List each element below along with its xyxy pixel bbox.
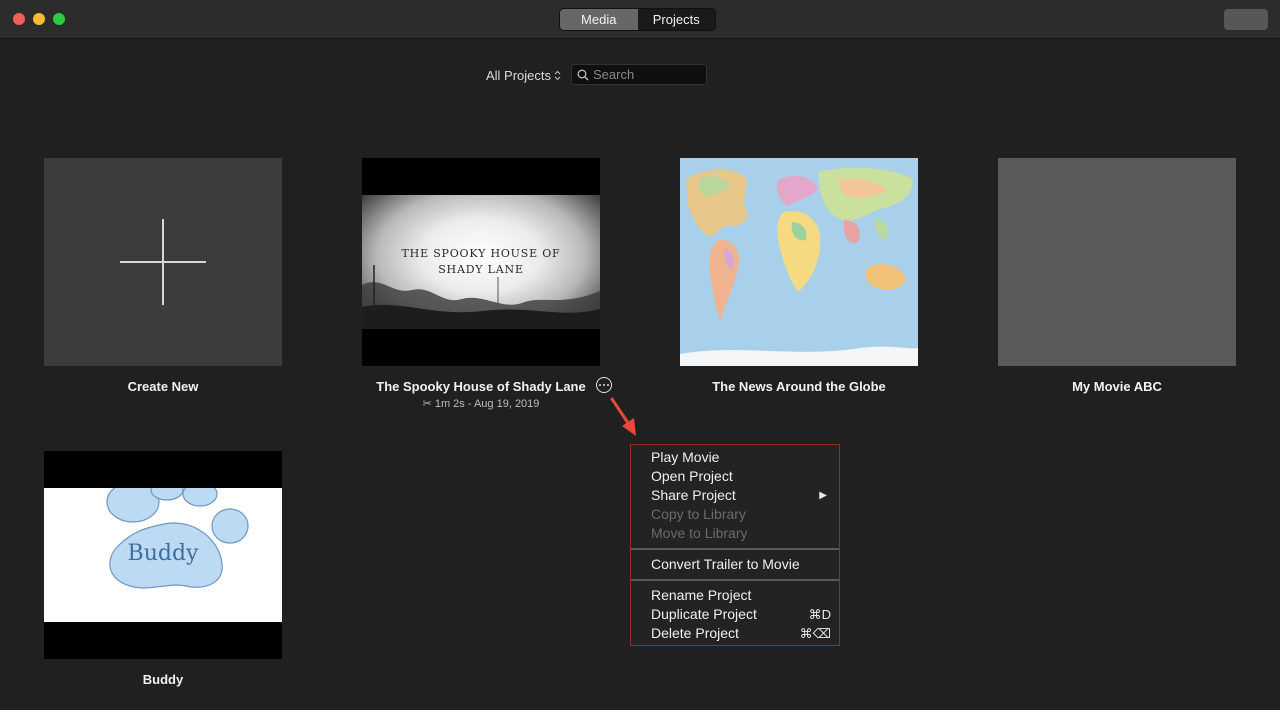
menu-item-share-project[interactable]: Share Project ▶ (631, 486, 839, 505)
submenu-arrow-icon: ▶ (819, 490, 827, 501)
world-map-image (680, 158, 918, 366)
thumbnail-caption-line-1: The Spooky House of (401, 247, 561, 260)
all-projects-label: All Projects (486, 68, 552, 83)
menu-separator (631, 579, 839, 581)
annotation-arrow-icon (610, 397, 636, 436)
search-input[interactable] (593, 67, 703, 82)
menu-separator (631, 548, 839, 550)
updown-chevron-icon (554, 70, 561, 81)
menu-item-duplicate-project[interactable]: Duplicate Project ⌘D (631, 605, 839, 624)
project-context-menu: Play Movie Open Project Share Project ▶ … (630, 444, 840, 646)
misty-trees-image (362, 265, 600, 329)
maximize-window-button[interactable] (53, 13, 65, 25)
project-tile-my-movie-abc[interactable]: My Movie ABC (998, 158, 1236, 394)
menu-item-open-project[interactable]: Open Project (631, 467, 839, 486)
all-projects-popup[interactable]: All Projects (486, 68, 561, 83)
project-duration-date: 1m 2s - Aug 19, 2019 (434, 398, 540, 410)
view-switcher: Media Projects (560, 9, 715, 30)
project-tile-news-globe[interactable]: The News Around the Globe (680, 158, 918, 394)
search-icon (577, 69, 589, 80)
create-new-thumbnail[interactable] (44, 158, 282, 366)
title-bar: Media Projects (0, 0, 1280, 39)
minimize-window-button[interactable] (33, 13, 45, 25)
project-tile-buddy[interactable]: Buddy Buddy (44, 451, 282, 687)
project-title: My Movie ABC (1072, 379, 1162, 394)
menu-item-delete-project[interactable]: Delete Project ⌘⌫ (631, 624, 839, 643)
project-thumbnail[interactable]: The Spooky House of Shady Lane (362, 158, 600, 366)
project-thumbnail[interactable]: Buddy (44, 451, 282, 659)
thumbnail-caption-line-2: Shady Lane (438, 263, 524, 276)
close-window-button[interactable] (13, 13, 25, 25)
project-title: The News Around the Globe (712, 379, 886, 394)
project-thumbnail[interactable] (998, 158, 1236, 366)
project-tile-create-new[interactable]: Create New (44, 158, 282, 394)
project-title: Create New (127, 379, 199, 394)
project-tile-spooky-house[interactable]: The Spooky House of Shady Lane The Spook… (362, 158, 600, 410)
menu-item-copy-to-library: Copy to Library (651, 506, 746, 522)
project-meta: ✂ 1m 2s - Aug 19, 2019 (332, 397, 630, 410)
thumbnail-caption: Buddy (127, 541, 199, 566)
project-title: Buddy (142, 672, 184, 687)
trailer-icon: ✂ (422, 398, 432, 410)
project-title: The Spooky House of Shady Lane (376, 379, 586, 394)
project-thumbnail[interactable] (680, 158, 918, 366)
shortcut-label: ⌘D (808, 607, 831, 622)
menu-item-convert-trailer[interactable]: Convert Trailer to Movie (631, 555, 839, 574)
toolbar-right-button[interactable] (1224, 9, 1268, 30)
shortcut-label: ⌘⌫ (799, 626, 831, 641)
more-options-button[interactable] (596, 377, 612, 393)
menu-item-rename-project[interactable]: Rename Project (631, 586, 839, 605)
tab-media[interactable]: Media (560, 9, 638, 30)
menu-item-move-to-library: Move to Library (651, 525, 748, 541)
tab-projects[interactable]: Projects (638, 9, 716, 30)
menu-item-play-movie[interactable]: Play Movie (631, 448, 839, 467)
search-field[interactable] (571, 64, 707, 85)
